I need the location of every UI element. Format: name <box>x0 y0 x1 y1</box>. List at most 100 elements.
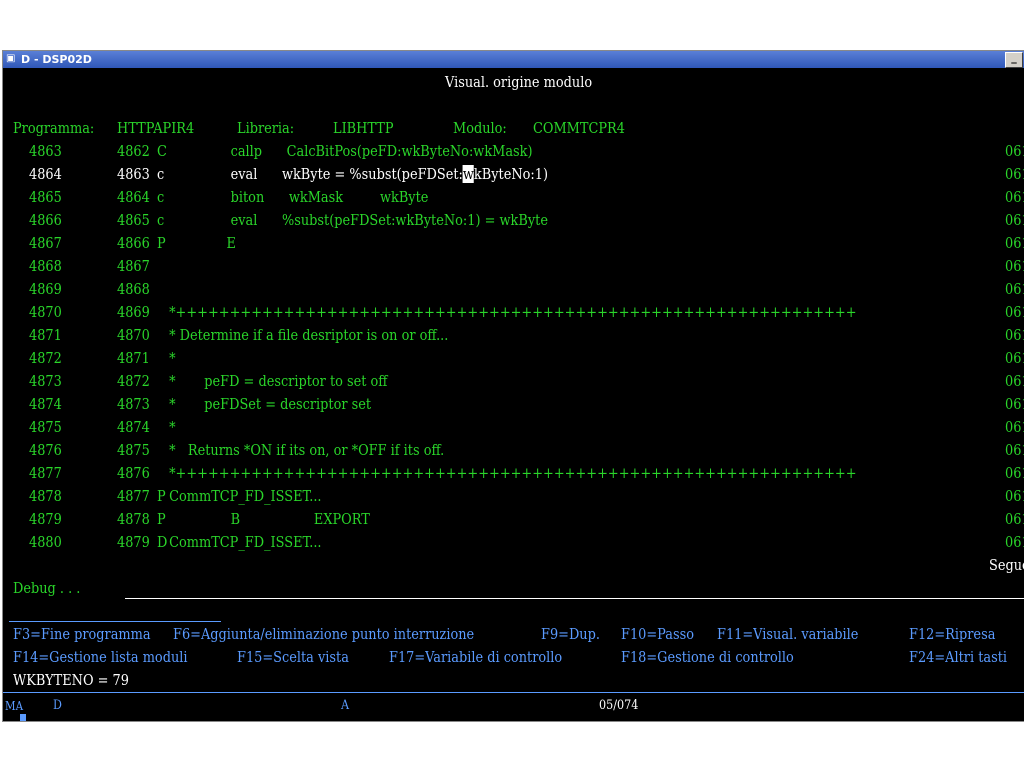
line-code: * <box>165 418 176 436</box>
line-sequence: 4865 <box>29 188 62 206</box>
line-sequence: 4872 <box>29 349 62 367</box>
line-code: * Determine if a file desriptor is on or… <box>165 326 449 344</box>
line-source-number: 4871 <box>117 349 150 367</box>
line-source-number: 4872 <box>117 372 150 390</box>
line-sequence: 4875 <box>29 418 62 436</box>
emulator-window: ▣ D - DSP02D _ Visual. origine modulo Pr… <box>2 50 1024 722</box>
line-code: callp CalcBitPos(peFD:wkByteNo:wkMask) <box>165 142 533 160</box>
line-code: eval %subst(peFDSet:wkByteNo:1) = wkByte <box>165 211 548 229</box>
fkey-f10[interactable]: F10=Passo <box>621 625 694 643</box>
line-date: 061 <box>1005 165 1024 183</box>
line-code: CommTCP_FD_ISSET... <box>165 533 322 551</box>
line-code: B EXPORT <box>165 510 370 528</box>
title-bar[interactable]: ▣ D - DSP02D _ <box>3 51 1024 68</box>
line-date: 061 <box>1005 326 1024 344</box>
line-source-number: 4867 <box>117 257 150 275</box>
line-spec: c <box>157 188 165 206</box>
terminal-icon: ▣ <box>6 53 16 64</box>
fkey-f12[interactable]: F12=Ripresa <box>909 625 995 643</box>
line-date: 061 <box>1005 257 1024 275</box>
status-separator <box>3 692 1024 693</box>
status-mode: A <box>341 698 350 713</box>
line-code: * peFDSet = descriptor set <box>165 395 372 413</box>
fkey-f18[interactable]: F18=Gestione di controllo <box>621 648 794 666</box>
line-date: 061 <box>1005 349 1024 367</box>
line-source-number: 4863 <box>117 165 150 183</box>
line-sequence: 4874 <box>29 395 62 413</box>
text-cursor: w <box>462 165 474 183</box>
code-after-cursor: kByteNo:1) <box>473 165 548 183</box>
line-sequence: 4878 <box>29 487 62 505</box>
separator-line <box>9 621 221 622</box>
line-source-number: 4870 <box>117 326 150 344</box>
debug-input-underline <box>125 598 1024 599</box>
message-line: WKBYTENO = 79 <box>13 671 129 689</box>
line-date: 061 <box>1005 487 1024 505</box>
line-source-number: 4864 <box>117 188 150 206</box>
line-date: 061 <box>1005 280 1024 298</box>
line-source-number: 4875 <box>117 441 150 459</box>
fkey-f6[interactable]: F6=Aggiunta/eliminazione punto interruzi… <box>173 625 474 643</box>
line-sequence: 4866 <box>29 211 62 229</box>
line-sequence: 4871 <box>29 326 62 344</box>
line-date: 061 <box>1005 234 1024 252</box>
line-source-number: 4873 <box>117 395 150 413</box>
program-label: Programma: <box>13 119 95 137</box>
line-date: 061 <box>1005 211 1024 229</box>
terminal-screen[interactable]: Visual. origine modulo Programma: HTTPAP… <box>3 68 1024 721</box>
line-sequence: 4869 <box>29 280 62 298</box>
screen-header: Visual. origine modulo <box>445 73 593 91</box>
debug-label: Debug . . . <box>13 579 81 597</box>
window-title: D - DSP02D <box>21 53 92 66</box>
line-source-number: 4866 <box>117 234 150 252</box>
line-sequence: 4876 <box>29 441 62 459</box>
fkey-f14[interactable]: F14=Gestione lista moduli <box>13 648 188 666</box>
line-code: *+++++++++++++++++++++++++++++++++++++++… <box>165 303 857 321</box>
line-spec: c <box>157 211 165 229</box>
library-value: LIBHTTP <box>333 119 394 137</box>
line-source-number: 4868 <box>117 280 150 298</box>
line-sequence: 4879 <box>29 510 62 528</box>
line-source-number: 4874 <box>117 418 150 436</box>
line-date: 061 <box>1005 372 1024 390</box>
fkey-f11[interactable]: F11=Visual. variabile <box>717 625 858 643</box>
line-source-number: 4877 <box>117 487 150 505</box>
line-sequence: 4863 <box>29 142 62 160</box>
line-source-number: 4869 <box>117 303 150 321</box>
fkey-f15[interactable]: F15=Scelta vista <box>237 648 349 666</box>
minimize-button[interactable]: _ <box>1005 52 1023 68</box>
line-date: 061 <box>1005 395 1024 413</box>
line-source-number: 4879 <box>117 533 150 551</box>
line-date: 061 <box>1005 142 1024 160</box>
status-cursor <box>20 714 26 721</box>
line-sequence: 4864 <box>29 165 62 183</box>
line-code-with-cursor[interactable]: eval wkByte = %subst(peFDSet:wkByteNo:1) <box>165 165 548 183</box>
program-value: HTTPAPIR4 <box>117 119 195 137</box>
fkey-f9[interactable]: F9=Dup. <box>541 625 600 643</box>
line-date: 061 <box>1005 464 1024 482</box>
line-source-number: 4865 <box>117 211 150 229</box>
line-spec: c <box>157 165 165 183</box>
cursor-position: 05/074 <box>599 698 639 713</box>
line-sequence: 4880 <box>29 533 62 551</box>
line-source-number: 4876 <box>117 464 150 482</box>
line-code: * <box>165 349 176 367</box>
library-label: Libreria: <box>237 119 295 137</box>
line-code: biton wkMask wkByte <box>165 188 429 206</box>
module-value: COMMTCPR4 <box>533 119 625 137</box>
line-date: 061 <box>1005 303 1024 321</box>
line-date: 061 <box>1005 510 1024 528</box>
fkey-f17[interactable]: F17=Variabile di controllo <box>389 648 562 666</box>
line-sequence: 4867 <box>29 234 62 252</box>
line-sequence: 4873 <box>29 372 62 390</box>
line-code: * Returns *ON if its on, or *OFF if its … <box>165 441 445 459</box>
fkey-f3[interactable]: F3=Fine programma <box>13 625 151 643</box>
line-date: 061 <box>1005 441 1024 459</box>
line-source-number: 4878 <box>117 510 150 528</box>
line-code: *+++++++++++++++++++++++++++++++++++++++… <box>165 464 857 482</box>
line-sequence: 4877 <box>29 464 62 482</box>
line-date: 061 <box>1005 418 1024 436</box>
line-date: 061 <box>1005 533 1024 551</box>
fkey-f24[interactable]: F24=Altri tasti <box>909 648 1007 666</box>
module-label: Modulo: <box>453 119 507 137</box>
